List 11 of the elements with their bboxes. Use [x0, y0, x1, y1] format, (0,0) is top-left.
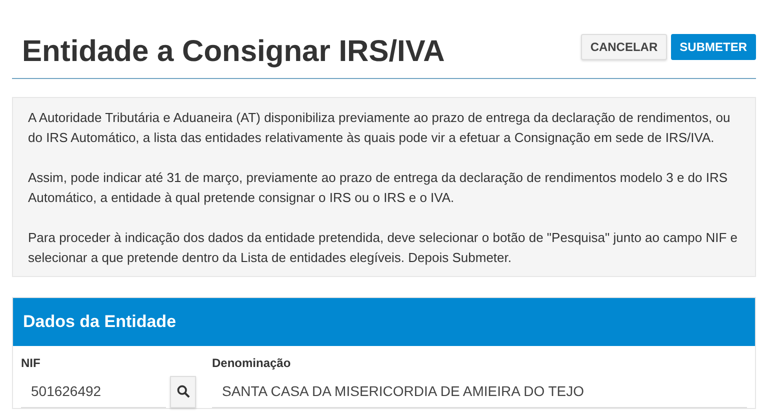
- field-label: NIF: [21, 354, 42, 372]
- info-paragraph: Assim, pode indicar até 31 de março, previamente ao prazo de entrega da declaração de rendimentos modelo 3 e do IRS Automático, a entidade à qual pretende consignar o IRS ou o IRS e o IVA.: [28, 169, 729, 207]
- search-button[interactable]: [170, 376, 196, 408]
- cancel-button[interactable]: CANCELAR: [581, 34, 667, 60]
- submit-button[interactable]: SUBMETER: [670, 34, 756, 60]
- search-icon: [176, 385, 190, 398]
- info-paragraph: Para proceder à indicação dos dados da entidade pretendida, deve selecionar o botão de "Pesquisa" junto ao campo NIF e selecionar a que pretende dentro da Lista de entidades elegíveis. Depois Submeter.: [28, 229, 739, 267]
- info-paragraph: A Autoridade Tributária e Aduaneira (AT) disponibiliza previamente ao prazo de entrega da declaração de rendimentos, ou do IRS Automático, a lista das entidades relativamente às quais pode vir a efetuar a Consignação em sede de IRS/IVA.: [28, 109, 732, 147]
- field-label: Denominação: [212, 354, 292, 372]
- panel-header: Dados da Entidade: [13, 298, 755, 346]
- page-title: Entidade a Consignar IRS/IVA: [22, 34, 445, 70]
